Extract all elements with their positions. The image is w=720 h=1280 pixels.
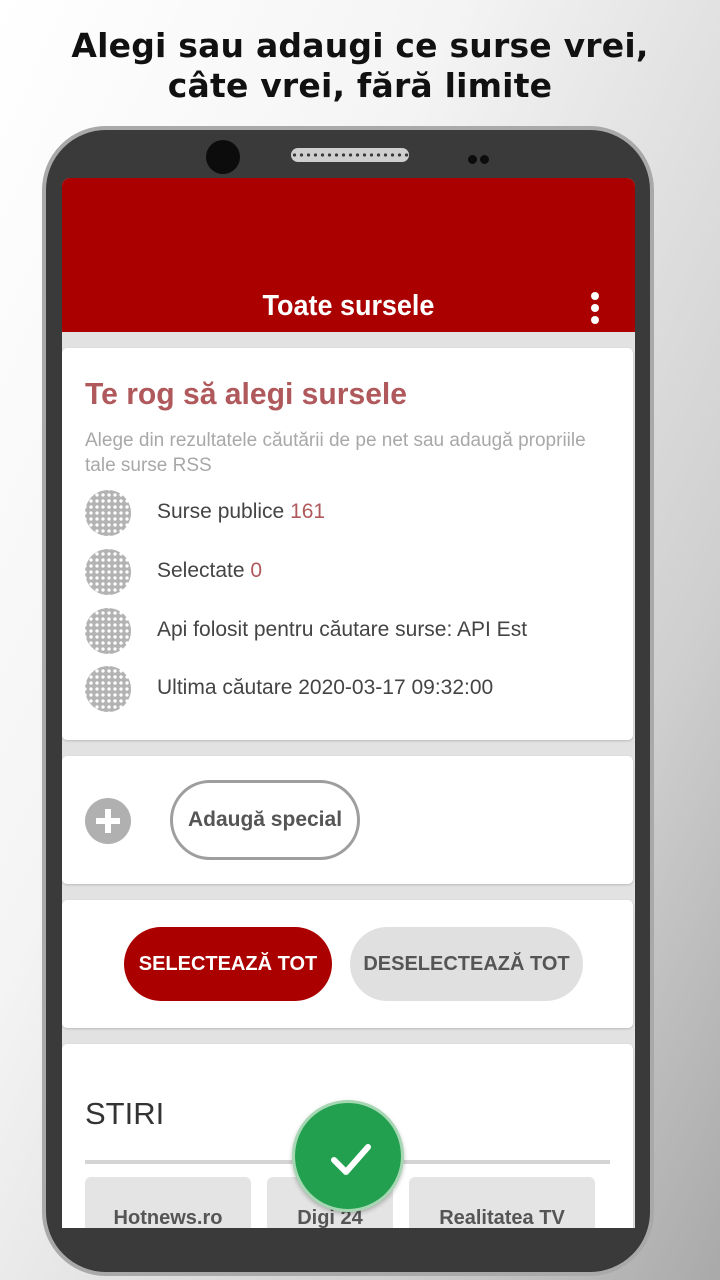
public-sources-count: 161 xyxy=(290,500,326,523)
add-special-button[interactable]: Adaugă special xyxy=(170,780,360,860)
source-chip-hotnews[interactable]: Hotnews.ro xyxy=(85,1177,251,1228)
info-row-selected: Selectate 0 xyxy=(85,549,625,595)
check-icon xyxy=(331,1144,371,1175)
app-bar-title: Toate sursele xyxy=(262,290,435,322)
category-title: STIRI xyxy=(85,1096,165,1131)
speaker-grille xyxy=(291,148,409,162)
promo-line-2: câte vrei, fără limite xyxy=(167,66,553,105)
info-row-public-sources: Surse publice 161 xyxy=(85,490,625,536)
source-chip-realitatea[interactable]: Realitatea TV xyxy=(409,1177,595,1228)
info-row-label: Selectate xyxy=(157,559,251,582)
app-screen: Toate sursele Te rog să alegi sursele Al… xyxy=(62,178,635,1228)
selected-count: 0 xyxy=(250,559,263,582)
info-row-api: Api folosit pentru căutare surse: API Es… xyxy=(85,608,625,654)
sensor-icons xyxy=(468,151,494,164)
dots-grid-icon xyxy=(85,608,131,654)
deselect-all-button[interactable]: DESELECTEAZĂ TOT xyxy=(350,927,583,1001)
card-subtitle: Alege din rezultatele căutării de pe net… xyxy=(85,430,586,476)
selection-card: SELECTEAZĂ TOT DESELECTEAZĂ TOT xyxy=(62,900,633,1028)
info-row-text: Surse publice 161 xyxy=(157,500,325,524)
promo-headline: Alegi sau adaugi ce surse vrei, câte vre… xyxy=(0,26,720,106)
sources-info-card: Te rog să alegi sursele Alege din rezult… xyxy=(62,348,633,740)
dots-grid-icon xyxy=(85,666,131,712)
dots-grid-icon xyxy=(85,549,131,595)
info-row-last-search: Ultima căutare 2020-03-17 09:32:00 xyxy=(85,666,625,712)
info-row-label: Surse publice xyxy=(157,500,291,523)
camera-icon xyxy=(206,140,240,174)
card-title: Te rog să alegi sursele xyxy=(85,376,408,411)
confirm-fab[interactable] xyxy=(292,1100,404,1212)
info-row-label: Ultima căutare 2020-03-17 09:32:00 xyxy=(157,676,494,699)
select-all-button[interactable]: SELECTEAZĂ TOT xyxy=(124,927,332,1001)
info-row-label: Api folosit pentru căutare surse: API Es… xyxy=(157,618,528,641)
app-bar: Toate sursele xyxy=(62,178,635,332)
promo-line-1: Alegi sau adaugi ce surse vrei, xyxy=(71,26,649,65)
dots-grid-icon xyxy=(85,490,131,536)
info-row-text: Selectate 0 xyxy=(157,559,262,583)
plus-icon[interactable] xyxy=(85,798,131,844)
add-source-card: Adaugă special xyxy=(62,756,633,884)
more-vert-icon[interactable] xyxy=(574,286,618,330)
